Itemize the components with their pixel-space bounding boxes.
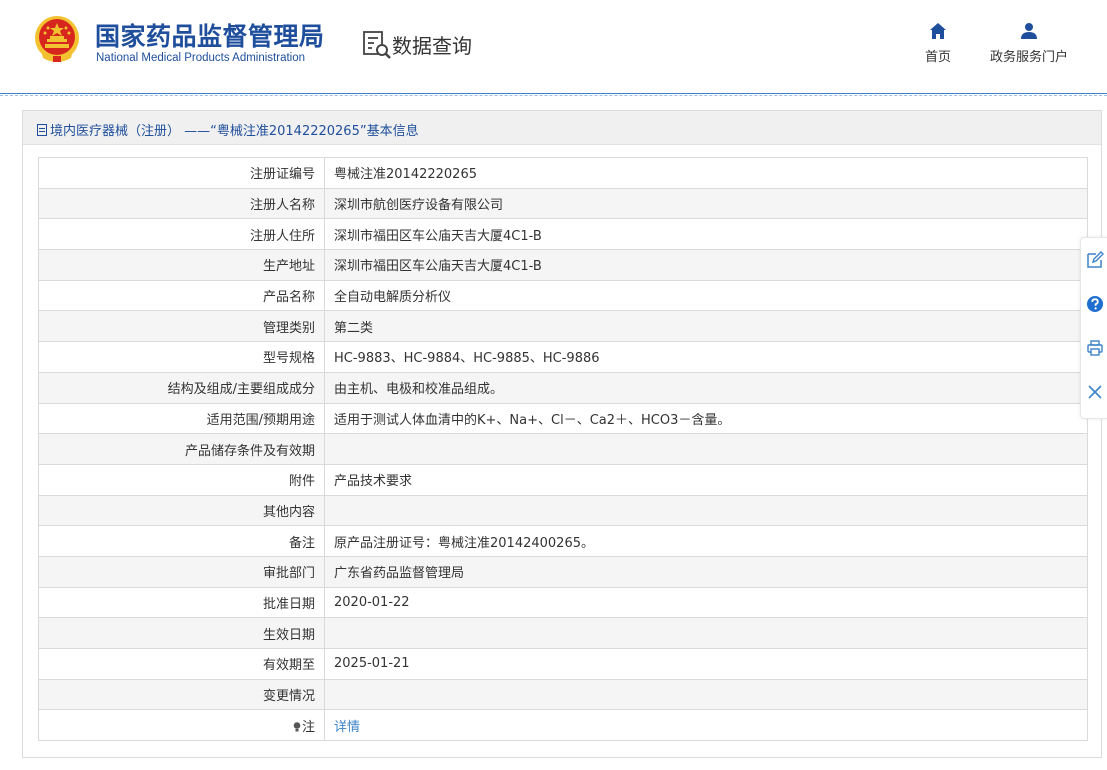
org-name-cn: 国家药品监督管理局 [95, 22, 325, 51]
close-icon[interactable] [1086, 383, 1104, 401]
side-toolbar [1080, 237, 1107, 419]
field-value [324, 494, 1088, 527]
table-row: 生产地址 深圳市福田区车公庙天吉大厦4C1-B [38, 249, 1088, 281]
data-query-title: 数据查询 [392, 34, 472, 58]
field-label: 变更情况 [38, 678, 325, 711]
table-row: 生效日期 [38, 617, 1088, 649]
field-value: 深圳市福田区车公庙天吉大厦4C1-B [324, 249, 1088, 281]
field-label: 附件 [38, 463, 325, 496]
field-label: 适用范围/预期用途 [38, 402, 325, 435]
field-value: 全自动电解质分析仪 [324, 279, 1088, 312]
nav-portal-label: 政务服务门户 [989, 50, 1068, 65]
org-name-en: National Medical Products Administration [96, 52, 306, 64]
print-icon[interactable] [1086, 339, 1104, 357]
field-value: 第二类 [324, 310, 1088, 343]
field-label: 其他内容 [38, 494, 325, 527]
home-icon [930, 23, 946, 39]
site-header: 国家药品监督管理局 National Medical Products Admi… [0, 0, 1107, 93]
field-value: 2020-01-22 [324, 586, 1088, 619]
table-row: 结构及组成/主要组成成分 由主机、电极和校准品组成。 [38, 371, 1088, 404]
info-table: 注册证编号 粤械注准20142220265 注册人名称 深圳市航创医疗设备有限公司 … [38, 157, 1088, 742]
nav-portal[interactable]: 政务服务门户 [988, 22, 1070, 65]
table-row: 其他内容 [38, 494, 1088, 527]
field-value: 适用于测试人体血清中的K+、Na+、Cl－、Ca2＋、HCO3－含量。 [324, 402, 1088, 435]
field-label: 生产地址 [38, 249, 325, 281]
field-value: 原产品注册证号：粤械注准20142400265。 [324, 525, 1088, 557]
field-label: 生效日期 [38, 617, 325, 649]
user-icon [1021, 23, 1037, 39]
table-row: 变更情况 [38, 678, 1088, 711]
table-row: 附件 产品技术要求 [38, 463, 1088, 496]
panel-title-text: 境内医疗器械（注册） ——“粤械注准20142220265”基本信息 [50, 124, 419, 139]
national-emblem-icon [35, 16, 79, 62]
table-row: 产品名称 全自动电解质分析仪 [38, 279, 1088, 312]
field-value [324, 433, 1088, 465]
table-row: 型号规格 HC-9883、HC-9884、HC-9885、HC-9886 [38, 341, 1088, 373]
field-label: 注册人名称 [38, 187, 325, 220]
table-row: 管理类别 第二类 [38, 310, 1088, 343]
field-value: 产品技术要求 [324, 463, 1088, 496]
field-value: 深圳市福田区车公庙天吉大厦4C1-B [324, 218, 1088, 251]
field-label: 型号规格 [38, 341, 325, 373]
table-row: 批准日期 2020-01-22 [38, 586, 1088, 619]
table-row: 注册证编号 粤械注准20142220265 [38, 157, 1088, 189]
panel-title: 境内医疗器械（注册） ——“粤械注准20142220265”基本信息 [37, 120, 419, 139]
table-row: 有效期至 2025-01-21 [38, 648, 1088, 680]
table-row: 注册人名称 深圳市航创医疗设备有限公司 [38, 187, 1088, 220]
field-label: 管理类别 [38, 310, 325, 343]
help-icon[interactable] [1086, 295, 1104, 313]
field-label: 产品名称 [38, 279, 325, 312]
note-label-text: 注 [301, 719, 315, 735]
table-row: 适用范围/预期用途 适用于测试人体血清中的K+、Na+、Cl－、Ca2＋、HCO3… [38, 402, 1088, 435]
field-label: 产品储存条件及有效期 [38, 433, 325, 465]
table-row: 注册人住所 深圳市福田区车公庙天吉大厦4C1-B [38, 218, 1088, 251]
field-value-note: 详情 [324, 709, 1088, 742]
field-label: 有效期至 [38, 648, 325, 680]
field-value [324, 678, 1088, 711]
field-value: 粤械注准20142220265 [324, 157, 1088, 189]
field-label: 注册证编号 [38, 157, 325, 189]
field-value: HC-9883、HC-9884、HC-9885、HC-9886 [324, 341, 1088, 373]
table-row: 产品储存条件及有效期 [38, 433, 1088, 465]
field-label: 注册人住所 [38, 218, 325, 251]
table-row: 备注 原产品注册证号：粤械注准20142400265。 [38, 525, 1088, 557]
field-label: 审批部门 [38, 555, 325, 588]
header-divider [0, 93, 1107, 96]
details-link[interactable]: 详情 [334, 720, 360, 735]
document-icon [37, 124, 47, 136]
field-value: 广东省药品监督管理局 [324, 555, 1088, 588]
nav-home[interactable]: 首页 [922, 22, 954, 65]
field-label: 批准日期 [38, 586, 325, 619]
field-label: 结构及组成/主要组成成分 [38, 371, 325, 404]
field-value [324, 617, 1088, 649]
panel-title-bar: 境内医疗器械（注册） ——“粤械注准20142220265”基本信息 [23, 111, 1101, 145]
nav-home-label: 首页 [924, 50, 951, 65]
table-row: 审批部门 广东省药品监督管理局 [38, 555, 1088, 588]
field-value: 深圳市航创医疗设备有限公司 [324, 187, 1088, 220]
field-label-note: 注 [38, 709, 325, 742]
data-query-icon [363, 31, 391, 59]
lightbulb-icon [293, 721, 301, 732]
field-label: 备注 [38, 525, 325, 557]
table-row: 注 详情 [38, 709, 1088, 742]
detail-panel: 境内医疗器械（注册） ——“粤械注准20142220265”基本信息 注册证编号… [22, 110, 1102, 758]
field-value: 2025-01-21 [324, 648, 1088, 680]
field-value: 由主机、电极和校准品组成。 [324, 371, 1088, 404]
edit-icon[interactable] [1086, 251, 1104, 269]
